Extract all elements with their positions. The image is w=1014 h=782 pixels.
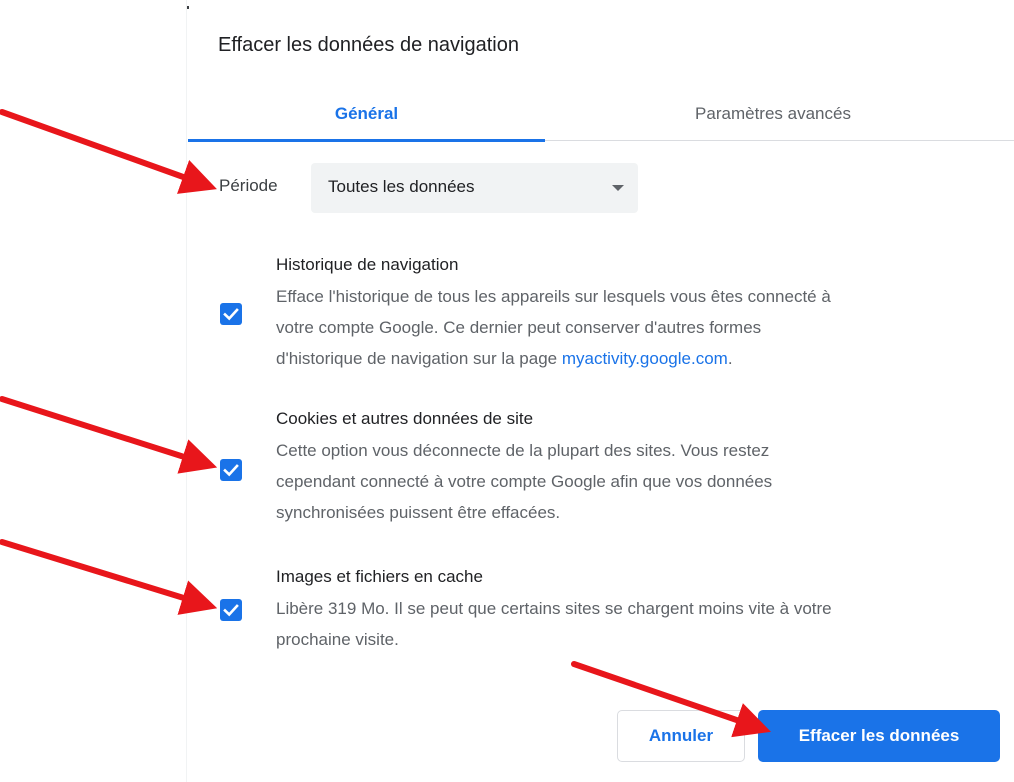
description-line: votre compte Google. Ce dernier peut con…	[276, 318, 762, 337]
period-selected-value: Toutes les données	[328, 177, 475, 196]
tab-advanced-settings[interactable]: Paramètres avancés	[598, 88, 948, 140]
option-cached-images: Images et fichiers en cache Libère 319 M…	[276, 566, 976, 655]
checkbox-cookies[interactable]	[220, 459, 242, 481]
period-label: Période	[219, 176, 278, 195]
clear-data-button[interactable]: Effacer les données	[758, 710, 1000, 762]
option-title: Historique de navigation	[276, 255, 459, 274]
description-line: synchronisées puissent être effacées.	[276, 503, 561, 522]
description-suffix: .	[727, 349, 733, 368]
description-line: cependant connecté à votre compte Google…	[276, 472, 773, 491]
checkmark-icon	[223, 464, 239, 477]
option-cookies: Cookies et autres données de site Cette …	[276, 408, 976, 528]
clear-browsing-data-dialog: Effacer les données de navigation Généra…	[0, 0, 1014, 782]
option-description: Cette option vous déconnecte de la plupa…	[276, 435, 976, 528]
tab-general[interactable]: Général	[188, 88, 545, 142]
option-description: Libère 319 Mo. Il se peut que certains s…	[276, 593, 976, 655]
option-title: Cookies et autres données de site	[276, 409, 534, 428]
red-arrow-icon	[0, 396, 218, 474]
checkbox-browsing-history[interactable]	[220, 303, 242, 325]
myactivity-link[interactable]: myactivity.google.com	[562, 349, 728, 368]
option-description: Efface l'historique de tous les appareil…	[276, 281, 976, 374]
cancel-button[interactable]: Annuler	[617, 710, 745, 762]
dialog-title: Effacer les données de navigation	[218, 34, 519, 56]
checkmark-icon	[223, 604, 239, 617]
red-arrow-icon	[0, 109, 217, 194]
description-line: Cette option vous déconnecte de la plupa…	[276, 441, 770, 460]
option-browsing-history: Historique de navigation Efface l'histor…	[276, 254, 976, 374]
checkbox-cached-images[interactable]	[220, 599, 242, 621]
option-title: Images et fichiers en cache	[276, 567, 483, 586]
chevron-down-icon	[612, 185, 624, 191]
checkmark-icon	[223, 308, 239, 321]
red-arrow-icon	[0, 539, 218, 615]
description-line: d'historique de navigation sur la page m…	[276, 343, 976, 374]
dialog-left-edge	[186, 0, 187, 782]
description-text: d'historique de navigation sur la page	[276, 349, 562, 368]
description-line: prochaine visite.	[276, 630, 399, 649]
tab-bar: Général Paramètres avancés	[188, 88, 1014, 142]
description-line: Efface l'historique de tous les appareil…	[276, 287, 831, 306]
description-line: Libère 319 Mo. Il se peut que certains s…	[276, 599, 832, 618]
period-select[interactable]: Toutes les données	[311, 163, 638, 213]
corner-mark	[187, 6, 189, 9]
